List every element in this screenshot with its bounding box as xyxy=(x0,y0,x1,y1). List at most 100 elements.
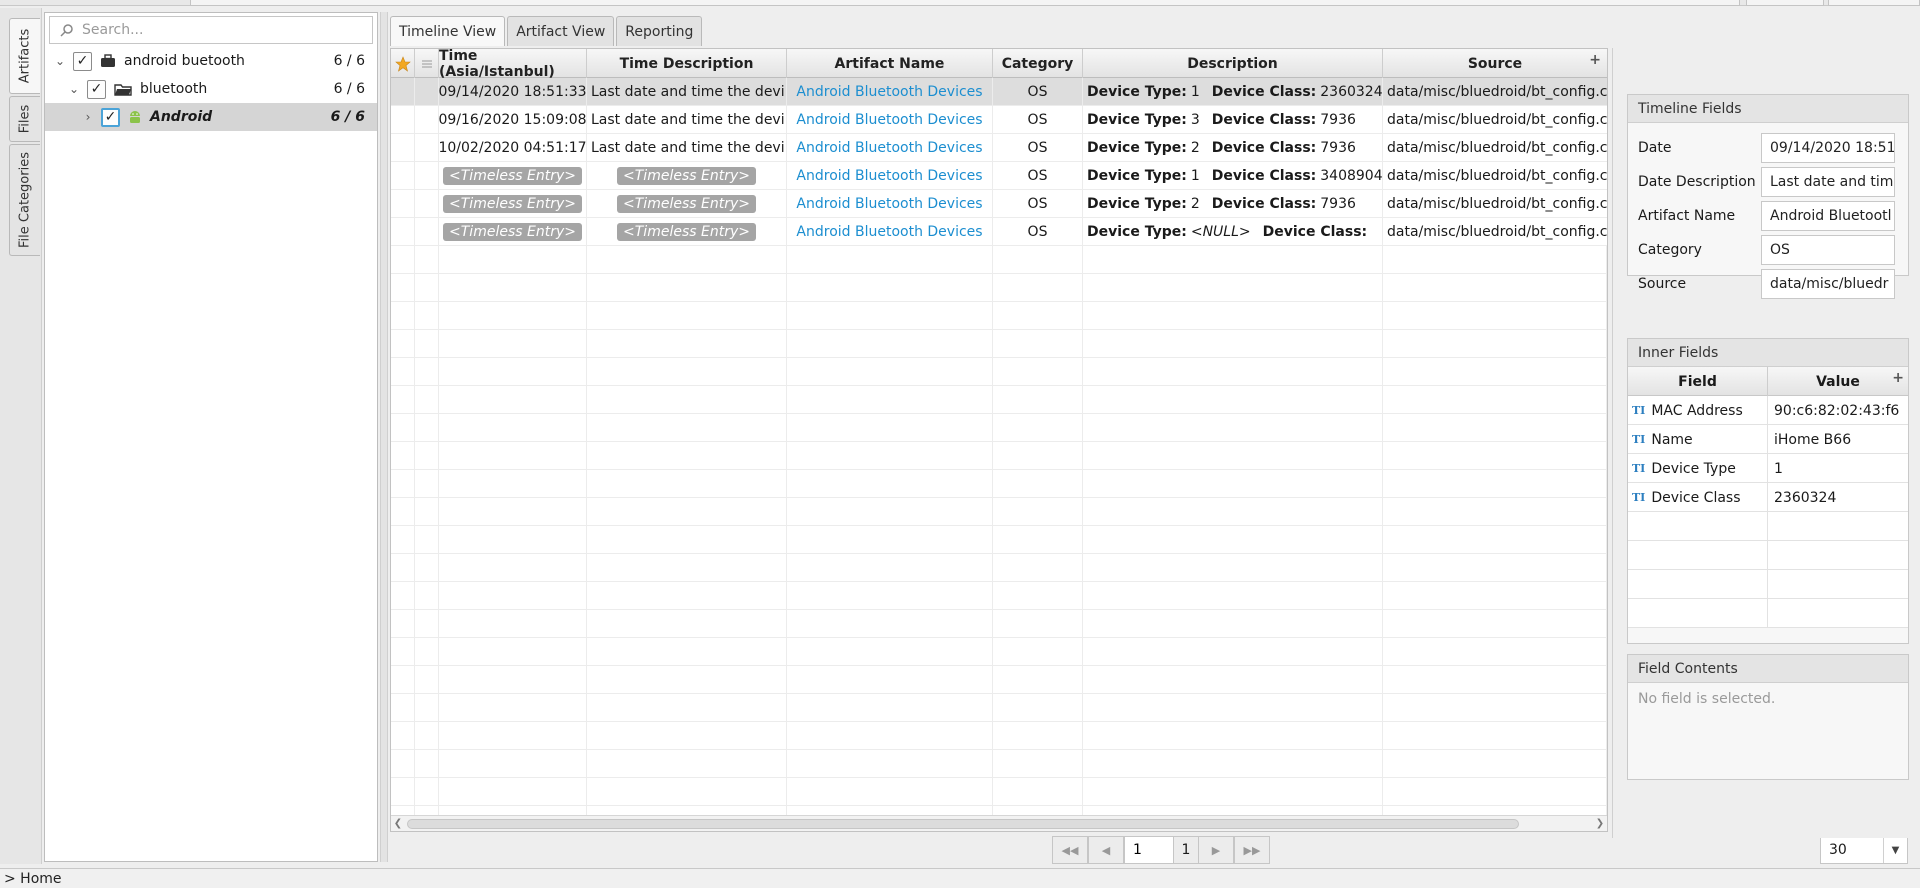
column-header-field[interactable]: Field xyxy=(1628,367,1768,396)
inner-field-row[interactable]: TI Name iHome B66 xyxy=(1628,425,1908,454)
table-row[interactable] xyxy=(391,302,1607,330)
column-header-time-description[interactable]: Time Description xyxy=(587,49,787,78)
table-row[interactable]: <Timeless Entry> <Timeless Entry> Android … xyxy=(391,190,1607,218)
checkbox[interactable]: ✓ xyxy=(73,51,92,71)
top-button-remnant[interactable] xyxy=(1746,0,1824,6)
scrollbar-thumb[interactable] xyxy=(407,819,1519,829)
table-row[interactable]: 09/14/2020 18:51:33 Last date and time th… xyxy=(391,78,1607,106)
table-row[interactable]: 09/16/2020 15:09:08 Last date and time th… xyxy=(391,106,1607,134)
table-cell xyxy=(787,694,993,722)
inner-field-row[interactable]: TI Device Type 1 xyxy=(1628,454,1908,483)
table-row[interactable] xyxy=(391,694,1607,722)
timeline-field-value[interactable] xyxy=(1761,201,1895,231)
table-row[interactable] xyxy=(391,274,1607,302)
column-header-value[interactable]: Value + xyxy=(1768,367,1908,396)
table-row[interactable] xyxy=(391,442,1607,470)
table-cell xyxy=(439,442,587,470)
artifact-name-link[interactable]: Android Bluetooth Devices xyxy=(796,196,982,212)
column-header-artifact-name[interactable]: Artifact Name xyxy=(787,49,993,78)
inner-field-row[interactable] xyxy=(1628,541,1908,570)
table-row[interactable] xyxy=(391,610,1607,638)
table-row[interactable] xyxy=(391,526,1607,554)
chevron-down-icon[interactable]: ⌄ xyxy=(67,82,81,96)
table-row[interactable] xyxy=(391,666,1607,694)
tab-reporting[interactable]: Reporting xyxy=(616,16,703,46)
source-value: data/misc/bluedroid/bt_config.co xyxy=(1387,112,1607,128)
chevron-down-icon[interactable]: ▼ xyxy=(1883,837,1907,863)
tree-item-android-buetooth[interactable]: ⌄ ✓ android buetooth 6 / 6 xyxy=(45,47,377,75)
table-row[interactable]: 10/02/2020 04:51:17 Last date and time th… xyxy=(391,134,1607,162)
inner-field-row[interactable]: TI Device Class 2360324 xyxy=(1628,483,1908,512)
artifact-name-link[interactable]: Android Bluetooth Devices xyxy=(796,168,982,184)
search-icon xyxy=(60,24,73,37)
table-row[interactable] xyxy=(391,554,1607,582)
tree-item-bluetooth[interactable]: ⌄ ✓ bluetooth 6 / 6 xyxy=(45,75,377,103)
inner-field-row[interactable] xyxy=(1628,512,1908,541)
table-row[interactable] xyxy=(391,246,1607,274)
artifact-name-link[interactable]: Android Bluetooth Devices xyxy=(796,112,982,128)
timeline-field-value[interactable] xyxy=(1761,235,1895,265)
table-cell xyxy=(391,526,415,554)
breadcrumb[interactable]: > Home xyxy=(4,871,62,887)
table-row[interactable]: <Timeless Entry> <Timeless Entry> Android … xyxy=(391,218,1607,246)
table-row[interactable] xyxy=(391,750,1607,778)
table-row[interactable] xyxy=(391,470,1607,498)
column-header-category[interactable]: Category xyxy=(993,49,1083,78)
table-row[interactable] xyxy=(391,638,1607,666)
star-column-header[interactable] xyxy=(391,49,415,78)
timeline-field-value[interactable] xyxy=(1761,269,1895,299)
timeline-field-value[interactable] xyxy=(1761,167,1895,197)
column-header-source[interactable]: Source + xyxy=(1383,49,1607,78)
device-type-label: Device Type: xyxy=(1087,196,1187,212)
table-row[interactable] xyxy=(391,498,1607,526)
tab-artifacts[interactable]: Artifacts xyxy=(9,18,40,94)
table-row[interactable] xyxy=(391,358,1607,386)
artifact-name-link[interactable]: Android Bluetooth Devices xyxy=(796,140,982,156)
checkbox[interactable]: ✓ xyxy=(87,79,106,99)
first-page-button[interactable]: ◀◀ xyxy=(1052,836,1088,864)
category-value: OS xyxy=(993,218,1083,246)
page-size-select[interactable]: 30 ▼ xyxy=(1820,836,1908,864)
checkbox[interactable]: ✓ xyxy=(101,107,120,127)
category-value: OS xyxy=(993,190,1083,218)
artifact-name-link[interactable]: Android Bluetooth Devices xyxy=(796,84,982,100)
inner-field-row[interactable]: TI MAC Address 90:c6:82:02:43:f6 xyxy=(1628,396,1908,425)
inner-fields-header: Field Value + xyxy=(1628,367,1908,396)
table-cell xyxy=(1383,582,1607,610)
menu-column-header[interactable] xyxy=(415,49,439,78)
table-row[interactable] xyxy=(391,778,1607,806)
prev-page-button[interactable]: ◀ xyxy=(1088,836,1124,864)
scroll-left-icon[interactable]: ❮ xyxy=(391,816,405,831)
inner-field-row[interactable] xyxy=(1628,570,1908,599)
next-page-button[interactable]: ▶ xyxy=(1198,836,1234,864)
chevron-right-icon[interactable]: › xyxy=(81,110,95,124)
table-row[interactable] xyxy=(391,414,1607,442)
table-row[interactable] xyxy=(391,582,1607,610)
horizontal-scrollbar[interactable]: ❮ ❯ xyxy=(391,815,1607,831)
inner-field-row[interactable] xyxy=(1628,599,1908,628)
table-row[interactable]: <Timeless Entry> <Timeless Entry> Android … xyxy=(391,162,1607,190)
top-button-remnant[interactable] xyxy=(1828,0,1920,6)
tab-file-categories[interactable]: File Categories xyxy=(9,144,40,256)
add-column-icon[interactable]: + xyxy=(1892,370,1904,386)
chevron-down-icon[interactable]: ⌄ xyxy=(53,54,67,68)
tree-item-android[interactable]: › ✓ Android 6 / 6 xyxy=(45,103,377,131)
column-header-description[interactable]: Description xyxy=(1083,49,1383,78)
table-row[interactable] xyxy=(391,330,1607,358)
search-input[interactable] xyxy=(82,22,362,38)
tab-timeline-view[interactable]: Timeline View xyxy=(390,16,506,46)
timeline-field-value[interactable] xyxy=(1761,133,1895,163)
panel-splitter[interactable] xyxy=(380,12,388,862)
page-number-input[interactable] xyxy=(1124,836,1174,864)
column-header-time[interactable]: Time (Asia/Istanbul) xyxy=(439,49,587,80)
tab-artifact-view[interactable]: Artifact View xyxy=(507,16,615,46)
scroll-right-icon[interactable]: ❯ xyxy=(1593,816,1607,831)
table-row[interactable] xyxy=(391,722,1607,750)
device-class-value: 7936 xyxy=(1320,196,1356,212)
table-row[interactable] xyxy=(391,386,1607,414)
add-column-icon[interactable]: + xyxy=(1589,52,1601,68)
search-box[interactable] xyxy=(49,16,373,44)
tab-files[interactable]: Files xyxy=(9,96,40,142)
artifact-name-link[interactable]: Android Bluetooth Devices xyxy=(796,224,982,240)
last-page-button[interactable]: ▶▶ xyxy=(1234,836,1270,864)
